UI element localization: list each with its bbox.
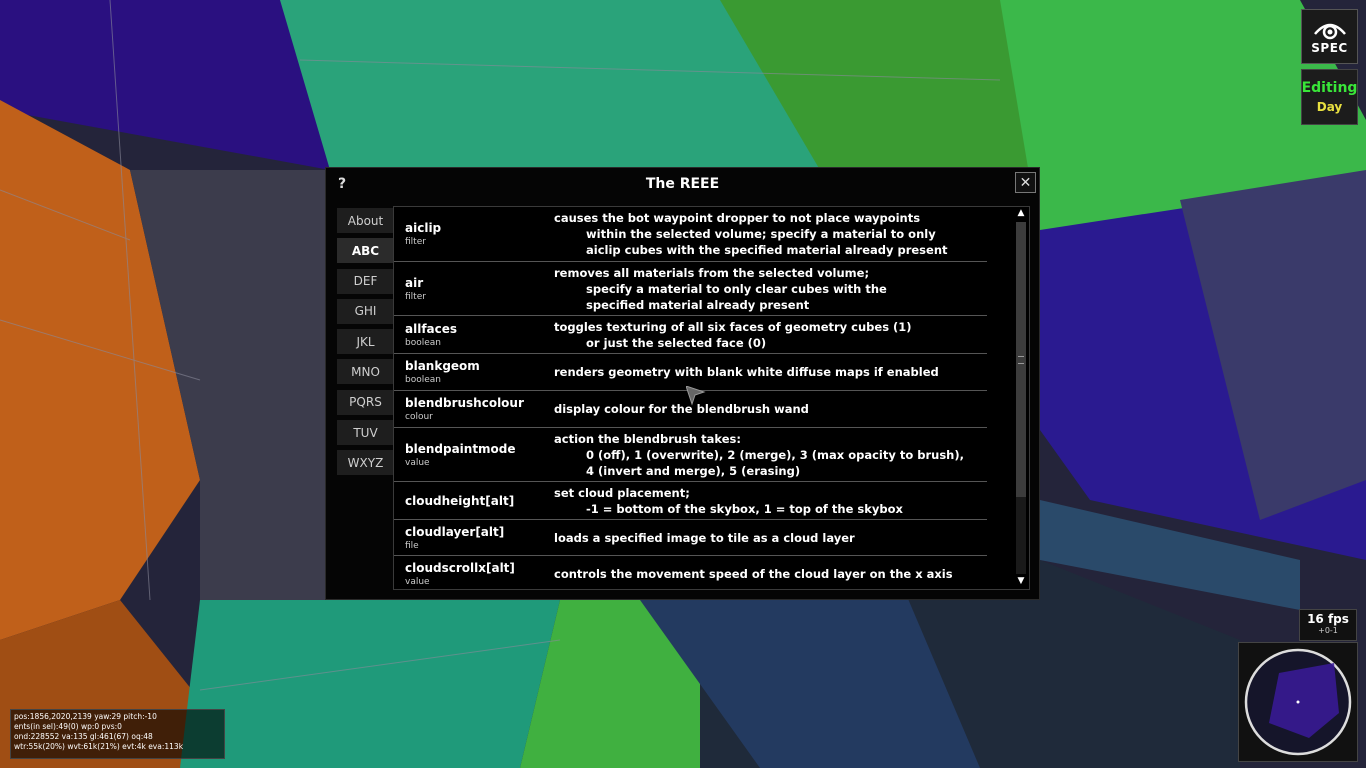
edit-mode-indicator: Editing Day [1301, 69, 1358, 125]
command-desc: 4 (invert and merge), 5 (erasing) [586, 463, 801, 478]
command-type: filter [405, 291, 426, 302]
edit-mode-label: Editing [1301, 80, 1358, 96]
list-item[interactable]: cloudlayer[alt] file loads a specified im… [394, 520, 987, 556]
list-item[interactable]: cloudscrollx[alt] value controls the move… [394, 556, 987, 589]
spectator-label: SPEC [1311, 41, 1348, 55]
command-name: air [405, 275, 424, 290]
list-scrollbar[interactable]: ▲ ▼ [1014, 208, 1027, 587]
command-name: aiclip [405, 221, 442, 235]
fps-counter: 16 fps +0-1 [1299, 609, 1357, 641]
tab-about[interactable]: About [337, 208, 394, 233]
hud-entities: ents(in sel):49(0) wp:0 pvs:0 [14, 722, 122, 731]
command-type: value [405, 577, 430, 587]
command-type: value [405, 457, 430, 468]
tab-ghi[interactable]: GHI [337, 298, 394, 324]
tab-mno[interactable]: MNO [337, 359, 394, 385]
help-dialog: ? The REEE ✕ About ABC DEF GHI JKL MNO P… [325, 167, 1040, 600]
minimap [1238, 642, 1358, 762]
scroll-down-icon[interactable]: ▼ [1016, 576, 1026, 586]
command-type: colour [405, 412, 433, 422]
fps-value: 16 fps [1307, 612, 1349, 626]
list-item[interactable]: air filter removes all materials from the… [394, 262, 987, 316]
command-desc: toggles texturing of all six faces of ge… [554, 319, 912, 334]
hud-water-stats: wtr:55k(20%) wvt:61k(21%) evt:4k eva:113… [14, 742, 184, 751]
command-name: blendpaintmode [405, 441, 516, 456]
command-name: cloudheight[alt] [405, 493, 515, 508]
command-desc: controls the movement speed of the cloud… [554, 567, 953, 581]
tab-tuv[interactable]: TUV [337, 420, 394, 446]
list-item[interactable]: blendpaintmode value action the blendbrus… [394, 428, 987, 482]
scroll-up-icon[interactable]: ▲ [1016, 208, 1026, 218]
fps-variance: +0-1 [1318, 626, 1338, 635]
tab-pqrs[interactable]: PQRS [337, 389, 394, 415]
cursor-icon [686, 386, 706, 406]
tab-abc[interactable]: ABC [337, 238, 394, 264]
debug-hud: pos:1856,2020,2139 yaw:29 pitch:-10 ents… [10, 709, 225, 759]
command-list: aiclip filter causes the bot waypoint dro… [393, 206, 1030, 590]
grip-icon [1018, 356, 1024, 364]
command-desc: action the blendbrush takes: [554, 431, 741, 446]
close-icon: ✕ [1019, 174, 1032, 191]
eye-icon [1313, 23, 1346, 40]
command-type: boolean [405, 375, 441, 385]
command-desc: removes all materials from the selected … [554, 265, 870, 280]
command-desc: or just the selected face (0) [586, 335, 767, 350]
spectator-button[interactable]: SPEC [1301, 9, 1358, 64]
command-name: blendbrushcolour [405, 396, 524, 410]
command-name: allfaces [405, 321, 458, 336]
minimap-radar [1244, 648, 1352, 756]
letter-tabs: About ABC DEF GHI JKL MNO PQRS TUV WXYZ [337, 208, 394, 481]
tab-wxyz[interactable]: WXYZ [337, 450, 394, 476]
command-desc: specify a material to only clear cubes w… [586, 281, 887, 296]
time-of-day-label: Day [1316, 100, 1343, 114]
tab-def[interactable]: DEF [337, 268, 394, 294]
command-type: boolean [405, 337, 441, 348]
command-desc: loads a specified image to tile as a clo… [554, 530, 855, 545]
list-item[interactable]: cloudheight[alt] set cloud placement; -1… [394, 482, 987, 520]
hud-render-stats: ond:228552 va:135 gl:461(67) oq:48 [14, 732, 153, 741]
command-type: file [405, 540, 419, 551]
command-desc: specified material already present [586, 297, 810, 312]
hud-position: pos:1856,2020,2139 yaw:29 pitch:-10 [14, 712, 157, 721]
command-name: cloudlayer[alt] [405, 524, 505, 539]
command-desc: aiclip cubes with the specified material… [586, 243, 948, 257]
command-desc: display colour for the blendbrush wand [554, 402, 809, 416]
command-desc: within the selected volume; specify a ma… [586, 227, 936, 241]
dialog-title: The REEE [645, 176, 720, 192]
tab-jkl[interactable]: JKL [337, 329, 394, 355]
command-type: filter [405, 237, 426, 247]
close-button[interactable]: ✕ [1015, 172, 1036, 193]
command-name: cloudscrollx[alt] [405, 561, 515, 575]
command-desc: set cloud placement; [554, 485, 690, 500]
command-name: blankgeom [405, 359, 480, 373]
command-desc: renders geometry with blank white diffus… [554, 365, 939, 379]
command-desc: -1 = bottom of the skybox, 1 = top of th… [586, 501, 903, 516]
list-item[interactable]: allfaces boolean toggles texturing of all… [394, 316, 987, 354]
command-desc: 0 (off), 1 (overwrite), 2 (merge), 3 (ma… [586, 447, 964, 462]
command-desc: causes the bot waypoint dropper to not p… [554, 211, 921, 225]
list-item[interactable]: aiclip filter causes the bot waypoint dro… [394, 207, 987, 262]
